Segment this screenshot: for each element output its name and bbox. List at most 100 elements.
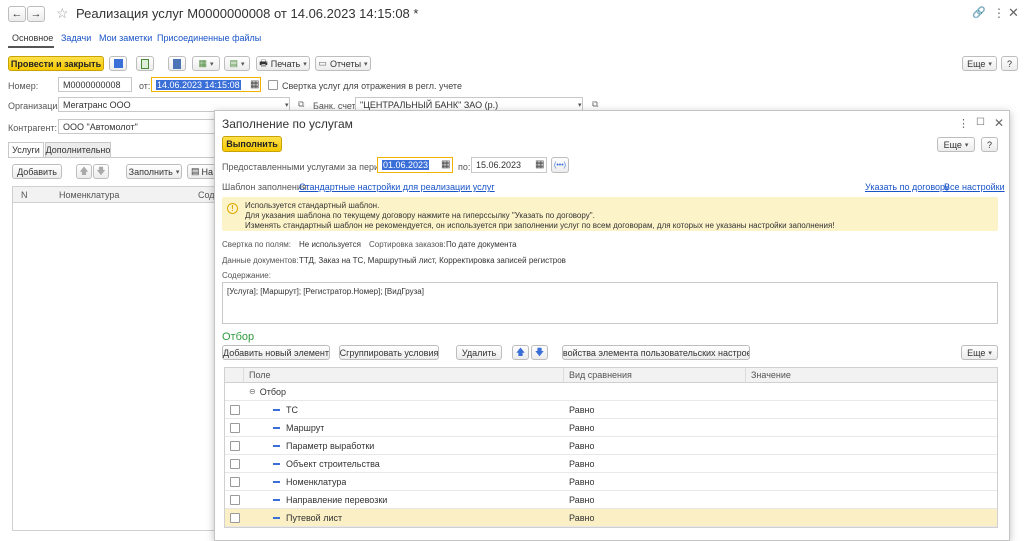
tab-files[interactable]: Присоединенные файлы (157, 33, 261, 43)
col-n: N (21, 190, 28, 200)
all-settings-link[interactable]: Все настройки (944, 182, 1005, 192)
doc-green-button[interactable] (136, 56, 154, 71)
number-field[interactable]: М0000000008 (58, 77, 132, 92)
move-down-button[interactable]: 🡇 (93, 164, 109, 179)
filter-more-button[interactable]: Еще ▾ (961, 345, 998, 360)
field-item-icon (273, 426, 280, 429)
col-compare[interactable]: Вид сравнения (569, 368, 632, 382)
table-row[interactable]: ТС Равно (225, 401, 997, 419)
content-textarea[interactable]: [Услуга]; [Маршрут]; [Регистратор.Номер]… (222, 282, 998, 324)
close-icon[interactable]: ✕ (1008, 5, 1019, 21)
tab-notes[interactable]: Мои заметки (99, 33, 152, 43)
more-short-button[interactable]: ▤ На (187, 164, 217, 179)
menu-dots-icon[interactable]: ⋮ (993, 6, 1005, 20)
field-item-icon (273, 408, 280, 411)
row-compare[interactable]: Равно (569, 419, 594, 436)
hint-line-2: Для указания шаблона по текущему договор… (245, 211, 595, 220)
tab-tasks[interactable]: Задачи (61, 33, 91, 43)
row-checkbox[interactable] (230, 476, 240, 487)
date-field[interactable]: 14.06.2023 14:15:08 (151, 77, 261, 92)
tab-main-underline (8, 46, 54, 48)
structure-button[interactable]: ▦ ▾ (192, 56, 220, 71)
row-compare[interactable]: Равно (569, 491, 594, 508)
move-up-button[interactable]: 🡅 (76, 164, 92, 179)
row-checkbox[interactable] (230, 422, 240, 433)
delete-button[interactable]: Удалить (456, 345, 502, 360)
window-title: Реализация услуг М0000000008 от 14.06.20… (76, 6, 419, 21)
org-dropdown-icon[interactable]: ▾ (285, 101, 289, 109)
fold-checkbox[interactable] (268, 80, 278, 90)
element-properties-button[interactable]: Свойства элемента пользовательских настр… (562, 345, 750, 360)
row-compare[interactable]: Равно (569, 509, 594, 526)
forward-button[interactable]: → (27, 6, 45, 22)
tab-services[interactable]: Услуги (8, 142, 44, 157)
col-value[interactable]: Значение (751, 368, 791, 382)
row-checkbox[interactable] (230, 440, 240, 451)
filter-up-button[interactable]: 🡅 (512, 345, 529, 360)
dialog-help-button[interactable]: ? (981, 137, 998, 152)
row-checkbox[interactable] (230, 512, 240, 523)
row-compare[interactable]: Равно (569, 437, 594, 454)
field-item-icon (273, 444, 280, 447)
table-row[interactable]: Объект строительства Равно (225, 455, 997, 473)
add-service-button[interactable]: Добавить (12, 164, 62, 179)
link-icon[interactable]: 🔗 (972, 6, 986, 19)
dialog-close-icon[interactable]: ✕ (994, 116, 1004, 130)
back-button[interactable]: ← (8, 6, 26, 22)
fold-fields-value: Не используется (299, 240, 361, 249)
post-and-close-button[interactable]: Провести и закрыть (8, 56, 104, 71)
tab-additional[interactable]: Дополнительно (45, 142, 111, 157)
table-row[interactable]: Параметр выработки Равно (225, 437, 997, 455)
filter-group-row[interactable]: ⊖ Отбор (225, 383, 997, 401)
execute-button[interactable]: Выполнить (222, 136, 282, 152)
filter-down-button[interactable]: 🡇 (531, 345, 548, 360)
doc-data-value: ТТД, Заказ на ТС, Маршрутный лист, Корре… (299, 256, 566, 265)
row-compare[interactable]: Равно (569, 473, 594, 490)
row-compare[interactable]: Равно (569, 401, 594, 418)
table-row[interactable]: Путевой лист Равно (225, 509, 997, 527)
table-row[interactable]: Направление перевозки Равно (225, 491, 997, 509)
row-field: Объект строительства (286, 458, 380, 469)
by-contract-link[interactable]: Указать по договору (865, 182, 949, 192)
dialog-maximize-icon[interactable]: ☐ (976, 117, 985, 128)
collapse-icon[interactable]: ⊖ (249, 387, 256, 396)
table-row[interactable]: Номенклатура Равно (225, 473, 997, 491)
star-icon[interactable]: ☆ (56, 5, 69, 22)
help-button[interactable]: ? (1001, 56, 1018, 71)
row-checkbox[interactable] (230, 494, 240, 505)
add-element-button[interactable]: Добавить новый элемент (222, 345, 330, 360)
period-to-calendar-icon[interactable]: ▦ (535, 159, 544, 170)
tab-main[interactable]: Основное (12, 33, 53, 43)
org-open-icon[interactable]: ⧉ (298, 99, 304, 110)
row-checkbox[interactable] (230, 404, 240, 415)
contractor-field[interactable]: ООО "Автомолот" (58, 119, 218, 134)
row-compare[interactable]: Равно (569, 455, 594, 472)
dialog-menu-icon[interactable]: ⋮ (958, 117, 969, 130)
period-select-button[interactable]: (•••) (551, 157, 569, 173)
doc-icon: ▤ (190, 166, 200, 176)
bank-dropdown-icon[interactable]: ▾ (578, 101, 582, 109)
more-button[interactable]: Еще ▾ (962, 56, 997, 71)
calendar-icon[interactable]: ▦ (250, 79, 259, 90)
table-row[interactable]: Маршрут Равно (225, 419, 997, 437)
content-label: Содержание: (222, 271, 271, 280)
template-link[interactable]: Стандартные настройки для реализации усл… (299, 182, 495, 192)
period-from-calendar-icon[interactable]: ▦ (441, 159, 450, 170)
row-checkbox[interactable] (230, 458, 240, 469)
reports-button[interactable]: ▭ Отчеты ▾ (315, 56, 371, 71)
date-from-label: от: (139, 81, 151, 91)
group-conditions-button[interactable]: Сгруппировать условия (339, 345, 439, 360)
save-button[interactable] (109, 56, 127, 71)
dialog-more-button[interactable]: Еще ▾ (937, 137, 975, 152)
create-based-button[interactable]: ▤ ▾ (224, 56, 250, 71)
hint-line-3: Изменять стандартный шаблон не рекоменду… (245, 221, 835, 230)
fill-button[interactable]: Заполнить ▾ (126, 164, 182, 179)
row-field: Параметр выработки (286, 440, 375, 451)
print-button[interactable]: 🖶 Печать ▾ (256, 56, 310, 71)
bank-open-icon[interactable]: ⧉ (592, 99, 598, 110)
row-field: Номенклатура (286, 476, 347, 487)
journal-button[interactable] (168, 56, 186, 71)
col-field[interactable]: Поле (249, 368, 271, 382)
contractor-label: Контрагент: (8, 123, 58, 133)
sort-value: По дате документа (446, 240, 517, 249)
